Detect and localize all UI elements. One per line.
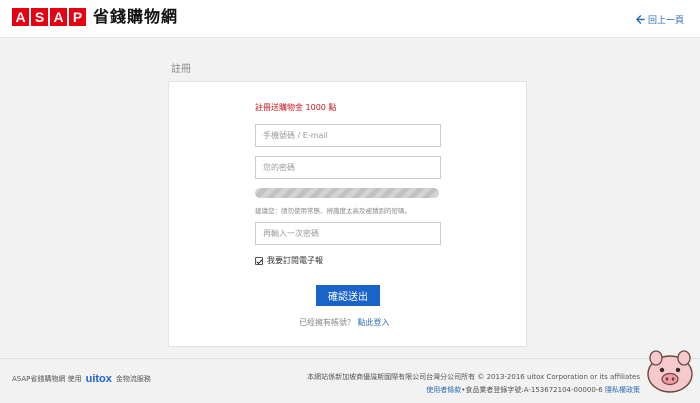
back-link[interactable]: 回上一頁 bbox=[636, 13, 684, 26]
footer-links-row: 使用者條款•食品業者登錄字號:A-153672104-00000-6 隱私權政策 bbox=[307, 384, 640, 397]
login-prompt-row: 已經擁有帳號？ 點此登入 bbox=[299, 317, 390, 328]
password-input[interactable] bbox=[255, 156, 441, 179]
login-prompt: 已經擁有帳號？ bbox=[299, 318, 355, 327]
footer-left-suffix: 金物流服務 bbox=[115, 375, 151, 383]
logo-letter-s: S bbox=[31, 8, 48, 26]
logo-letter-a1: A bbox=[12, 8, 29, 26]
logo-letter-p: P bbox=[69, 8, 86, 26]
promo-text: 註冊送購物金 1000 點 bbox=[255, 103, 337, 112]
newsletter-label: 我要訂閱電子報 bbox=[267, 256, 323, 265]
food-license-text: •食品業者登錄字號:A-153672104-00000-6 bbox=[461, 386, 603, 394]
submit-button[interactable]: 確認送出 bbox=[316, 285, 380, 306]
login-link[interactable]: 點此登入 bbox=[358, 318, 390, 327]
footer-powered-by: ASAP省錢購物網 使用 uitox 金物流服務 bbox=[12, 373, 151, 385]
newsletter-checkbox[interactable] bbox=[255, 256, 263, 265]
footer-copyright: 本網站係新加坡商優識斯國際有限公司台灣分公司所有 © 2013-2016 uit… bbox=[307, 373, 640, 381]
footer-legal: 本網站係新加坡商優識斯國際有限公司台灣分公司所有 © 2013-2016 uit… bbox=[307, 371, 640, 397]
terms-link[interactable]: 使用者條款 bbox=[426, 386, 461, 394]
footer-left-prefix: ASAP省錢購物網 使用 bbox=[12, 375, 82, 383]
password-strength-bar bbox=[255, 188, 439, 198]
privacy-link[interactable]: 隱私權政策 bbox=[605, 386, 640, 394]
pig-mascot-icon bbox=[647, 350, 693, 393]
arrow-left-icon bbox=[636, 15, 645, 24]
newsletter-option[interactable]: 我要訂閱電子報 bbox=[255, 255, 323, 266]
confirm-password-input[interactable] bbox=[255, 222, 441, 245]
page-title: 註冊 bbox=[171, 64, 191, 75]
footer: ASAP省錢購物網 使用 uitox 金物流服務 本網站係新加坡商優識斯國際有限… bbox=[0, 358, 700, 403]
logo-letter-a2: A bbox=[50, 8, 67, 26]
site-logo[interactable]: A S A P 省錢購物網 bbox=[12, 8, 178, 26]
register-form-card: 註冊送購物金 1000 點 建議您：請勿使用常態、辨識度太高及被猜到的密碼。 我… bbox=[168, 81, 527, 347]
uitox-logo[interactable]: uitox bbox=[86, 373, 112, 385]
logo-text: 省錢購物網 bbox=[93, 7, 179, 26]
password-hint: 建議您：請勿使用常態、辨識度太高及被猜到的密碼。 bbox=[255, 207, 411, 215]
top-bar: A S A P 省錢購物網 回上一頁 bbox=[0, 0, 700, 38]
back-link-label: 回上一頁 bbox=[647, 16, 684, 26]
account-input[interactable] bbox=[255, 124, 441, 147]
